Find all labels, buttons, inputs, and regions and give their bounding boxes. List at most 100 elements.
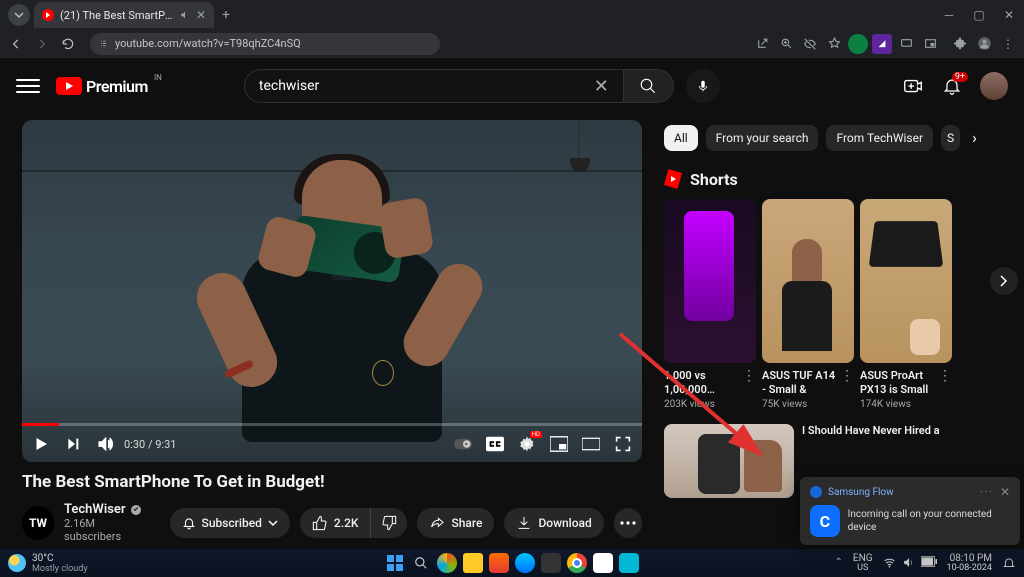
- related-thumbnail[interactable]: [664, 424, 794, 498]
- tab-close-icon[interactable]: ✕: [196, 8, 206, 22]
- search-icon: [639, 77, 657, 95]
- channel-name[interactable]: TechWiser: [64, 502, 150, 517]
- windows-taskbar[interactable]: 30°C Mostly cloudy ⌃ ENGUS 08:10 PM10-08…: [0, 549, 1024, 577]
- miniplayer-button[interactable]: [550, 435, 568, 453]
- guide-menu-button[interactable]: [16, 75, 40, 97]
- battery-icon: [921, 556, 937, 567]
- url-text: youtube.com/watch?v=T98qhZC4nSQ: [115, 37, 301, 50]
- short-thumbnail[interactable]: [664, 199, 756, 363]
- address-bar[interactable]: youtube.com/watch?v=T98qhZC4nSQ: [90, 33, 440, 55]
- search-button[interactable]: [624, 69, 674, 103]
- notification-more-icon[interactable]: ···: [980, 487, 994, 498]
- fullscreen-button[interactable]: [614, 435, 632, 453]
- tab-search-button[interactable]: [8, 4, 30, 26]
- youtube-wordmark: Premium: [86, 77, 148, 96]
- notification-app-name: Samsung Flow: [828, 487, 894, 498]
- short-thumbnail[interactable]: [762, 199, 854, 363]
- subscribe-button[interactable]: Subscribed: [170, 508, 290, 538]
- captions-button[interactable]: [486, 435, 504, 453]
- hd-badge: HD: [530, 431, 542, 438]
- short-card[interactable]: 1,000 vs 1,00,000…⋮ 203K views: [664, 199, 756, 410]
- site-settings-icon[interactable]: [98, 38, 109, 49]
- taskbar-app-icon[interactable]: [541, 553, 561, 573]
- account-avatar[interactable]: [980, 72, 1008, 100]
- search-clear-icon[interactable]: ✕: [594, 76, 609, 97]
- system-tray[interactable]: [883, 556, 937, 569]
- taskbar-search-icon[interactable]: [411, 553, 431, 573]
- settings-button[interactable]: HD: [518, 435, 536, 453]
- volume-icon: [902, 556, 915, 569]
- taskbar-copilot-icon[interactable]: [437, 553, 457, 573]
- short-card[interactable]: ASUS TUF A14 - Small & Mighty…⋮ 75K view…: [762, 199, 854, 410]
- extension-grammarly-icon[interactable]: [848, 34, 868, 54]
- volume-button[interactable]: [96, 435, 114, 453]
- start-button[interactable]: [385, 553, 405, 573]
- taskbar-weather[interactable]: 30°C Mostly cloudy: [8, 553, 88, 574]
- profile-icon[interactable]: [974, 34, 994, 54]
- shorts-scroll-right[interactable]: [990, 267, 1018, 295]
- more-actions-button[interactable]: [614, 508, 642, 538]
- create-button[interactable]: [902, 75, 924, 97]
- chip-more[interactable]: S: [941, 125, 960, 151]
- video-title: The Best SmartPhone To Get in Budget!: [22, 472, 642, 492]
- notification-close-icon[interactable]: ✕: [1000, 485, 1010, 499]
- next-button[interactable]: [64, 435, 82, 453]
- like-button[interactable]: 2.2K: [300, 508, 372, 538]
- window-minimize-button[interactable]: ─: [934, 0, 964, 30]
- notifications-tray-icon[interactable]: [1002, 556, 1016, 570]
- extension-pocket-icon[interactable]: ◢: [872, 34, 892, 54]
- short-thumbnail[interactable]: [860, 199, 952, 363]
- notifications-button[interactable]: 9+: [942, 76, 962, 96]
- youtube-play-icon: [56, 77, 82, 95]
- browser-tab-active[interactable]: (21) The Best SmartPhone ✕: [34, 2, 214, 28]
- taskbar-explorer-icon[interactable]: [463, 553, 483, 573]
- notification-badge: 9+: [952, 72, 968, 82]
- short-more-icon[interactable]: ⋮: [742, 369, 756, 383]
- language-indicator[interactable]: ENGUS: [853, 553, 873, 574]
- open-external-icon[interactable]: [752, 34, 772, 54]
- bookmark-icon[interactable]: [824, 34, 844, 54]
- samsung-flow-notification[interactable]: Samsung Flow ··· ✕ C Incoming call on yo…: [800, 477, 1020, 545]
- call-app-icon: C: [810, 505, 840, 537]
- short-more-icon[interactable]: ⋮: [938, 369, 952, 383]
- extension-cast-icon[interactable]: [896, 34, 916, 54]
- chip-scroll-right[interactable]: ›: [968, 124, 981, 151]
- video-player[interactable]: 0:30 / 9:31 HD: [22, 120, 642, 462]
- nav-reload-button[interactable]: [58, 34, 78, 54]
- short-card[interactable]: ASUS ProArt PX13 is Small …⋮ 174K views: [860, 199, 952, 410]
- search-box[interactable]: ✕: [244, 69, 624, 103]
- tab-audio-icon[interactable]: [180, 10, 190, 20]
- theater-button[interactable]: [582, 435, 600, 453]
- voice-search-button[interactable]: [686, 69, 720, 103]
- zoom-icon[interactable]: [776, 34, 796, 54]
- short-more-icon[interactable]: ⋮: [840, 369, 854, 383]
- chip-all[interactable]: All: [664, 125, 698, 151]
- new-tab-button[interactable]: +: [214, 7, 238, 23]
- autoplay-toggle[interactable]: [454, 435, 472, 453]
- download-button[interactable]: Download: [504, 508, 603, 538]
- eye-off-icon[interactable]: [800, 34, 820, 54]
- taskbar-clock[interactable]: 08:10 PM10-08-2024: [947, 553, 992, 574]
- filter-chip-bar: All From your search From TechWiser S ›: [664, 124, 1010, 151]
- extension-pip-icon[interactable]: [920, 34, 940, 54]
- taskbar-app-icon[interactable]: [593, 553, 613, 573]
- channel-avatar[interactable]: TW: [22, 506, 54, 540]
- extensions-menu-icon[interactable]: [950, 34, 970, 54]
- tray-chevron-icon[interactable]: ⌃: [835, 557, 843, 568]
- taskbar-app-icon[interactable]: [619, 553, 639, 573]
- window-close-button[interactable]: ✕: [994, 0, 1024, 30]
- dislike-button[interactable]: [371, 508, 407, 538]
- taskbar-chrome-icon[interactable]: [567, 553, 587, 573]
- window-maximize-button[interactable]: ▢: [964, 0, 994, 30]
- nav-back-button[interactable]: [6, 34, 26, 54]
- browser-menu-icon[interactable]: ⋮: [998, 34, 1018, 54]
- taskbar-app-icon[interactable]: [489, 553, 509, 573]
- play-button[interactable]: [32, 435, 50, 453]
- search-input[interactable]: [259, 78, 594, 94]
- nav-forward-button[interactable]: [32, 34, 52, 54]
- youtube-logo[interactable]: Premium IN: [56, 77, 148, 96]
- chip-from-search[interactable]: From your search: [706, 125, 819, 151]
- taskbar-app-icon[interactable]: [515, 553, 535, 573]
- chip-from-channel[interactable]: From TechWiser: [826, 125, 933, 151]
- share-button[interactable]: Share: [417, 508, 494, 538]
